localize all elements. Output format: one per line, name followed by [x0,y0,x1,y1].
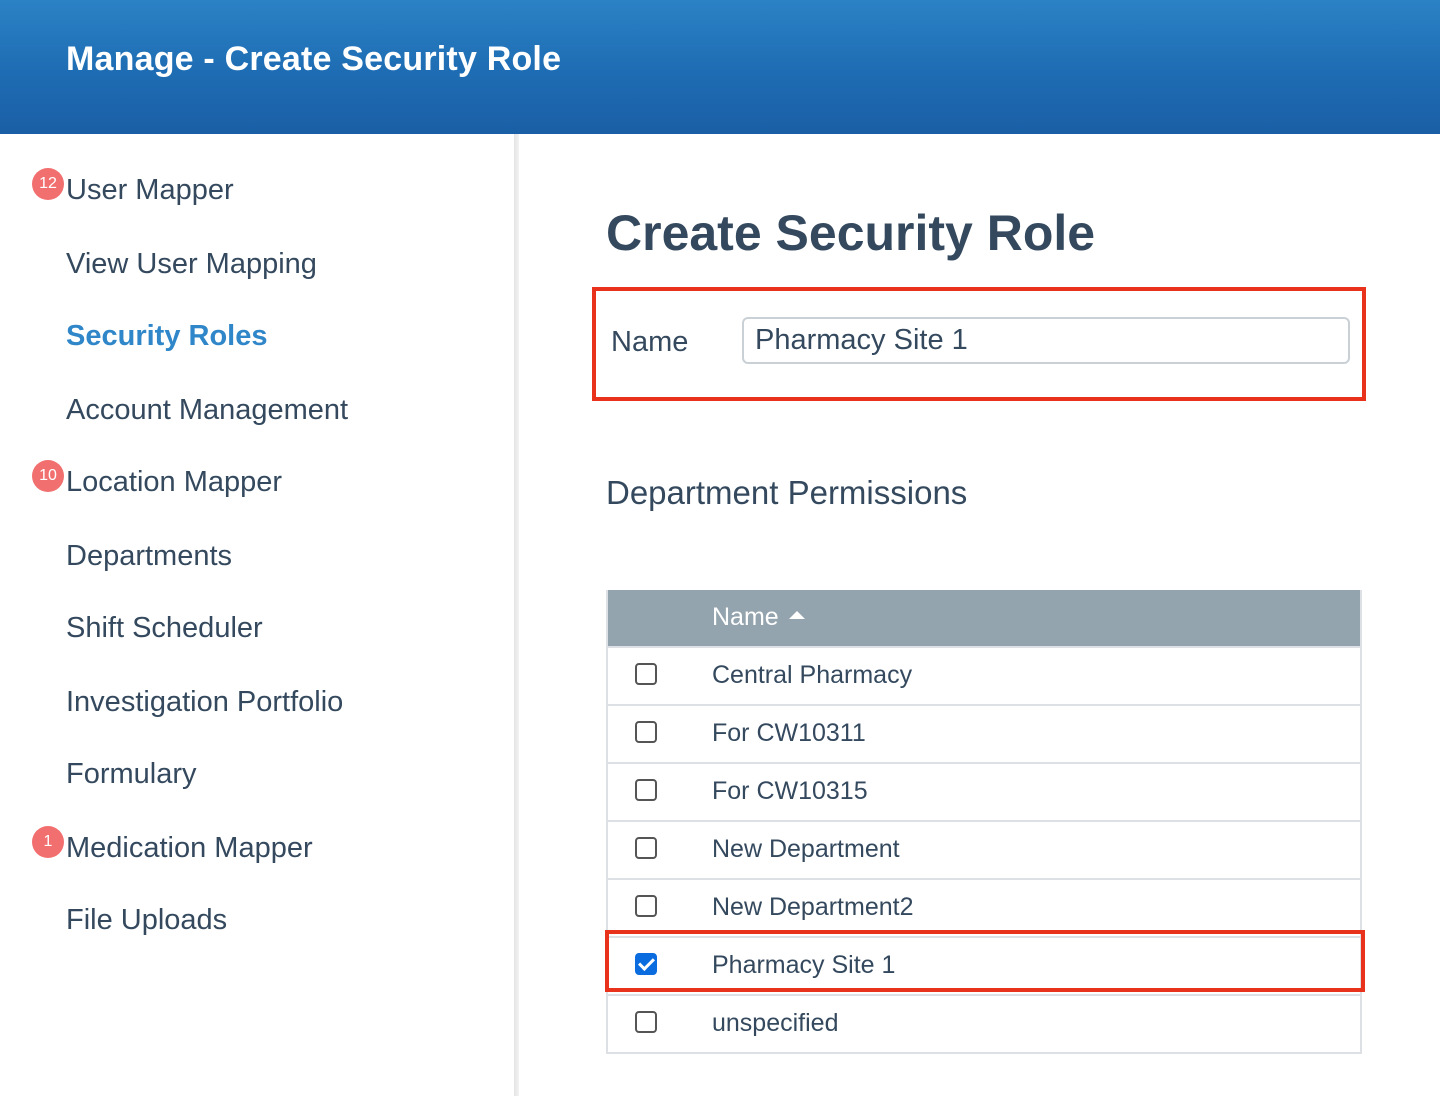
sidebar-nav: 12 User Mapper View User Mapping Securit… [0,134,514,1096]
department-name: Central Pharmacy [712,661,913,689]
department-checkbox[interactable] [635,779,657,801]
sidebar-item-formulary[interactable]: Formulary [66,758,197,798]
app-header: Manage - Create Security Role [0,0,1440,134]
department-name: unspecified [712,1009,839,1037]
section-title-department-permissions: Department Permissions [606,474,968,511]
sidebar-item-label: Shift Scheduler [66,612,263,644]
sidebar-item-label: File Uploads [66,904,228,936]
table-row: For CW10315 [608,762,1360,820]
department-checkbox[interactable] [635,837,657,859]
department-checkbox[interactable] [635,895,657,917]
sidebar-item-label: User Mapper [66,174,234,206]
sidebar-item-label: Security Roles [66,320,268,352]
header-title: Manage - Create Security Role [66,40,562,78]
department-name: New Department [712,835,900,863]
sidebar-item-label: Account Management [66,394,349,426]
department-name: For CW10311 [712,719,866,747]
sidebar-item-security-roles[interactable]: Security Roles [66,320,267,360]
column-header-name[interactable]: Name [712,603,805,632]
sidebar-item-medication-mapper[interactable]: 1 Medication Mapper [32,826,313,872]
sidebar-item-location-mapper[interactable]: 10 Location Mapper [32,460,283,506]
sidebar-item-label: Departments [66,540,233,572]
sidebar-item-view-user-mapping[interactable]: View User Mapping [66,248,317,288]
department-name: New Department2 [712,893,914,921]
table-header: Name [608,590,1360,646]
notification-badge: 12 [32,168,64,200]
sidebar-item-label: Location Mapper [66,466,283,498]
sidebar-item-file-uploads[interactable]: File Uploads [66,904,227,944]
role-name-input[interactable] [742,317,1350,364]
department-name: For CW10315 [712,777,868,805]
sidebar-item-account-management[interactable]: Account Management [66,394,348,434]
sidebar-item-label: Formulary [66,758,197,790]
table-row: Central Pharmacy [608,646,1360,704]
sidebar-item-departments[interactable]: Departments [66,540,232,580]
column-header-label: Name [712,603,779,631]
sidebar-item-shift-scheduler[interactable]: Shift Scheduler [66,612,263,652]
department-checkbox[interactable] [635,721,657,743]
main-content: Create Security Role Name Department Per… [519,134,1440,1096]
notification-badge: 1 [32,826,64,858]
sidebar-item-user-mapper[interactable]: 12 User Mapper [32,168,234,214]
sidebar-item-label: View User Mapping [66,248,317,280]
sidebar-item-label: Medication Mapper [66,832,313,864]
department-checkbox[interactable] [635,663,657,685]
department-checkbox[interactable] [635,1011,657,1033]
sort-ascending-icon [788,611,805,620]
sidebar-item-investigation-portfolio[interactable]: Investigation Portfolio [66,686,343,726]
table-row: New Department [608,820,1360,878]
name-label: Name [611,326,689,358]
table-row: New Department2 [608,878,1360,936]
sidebar-item-label: Investigation Portfolio [66,686,344,718]
notification-badge: 10 [32,460,64,492]
table-row: unspecified [608,994,1360,1052]
selected-row-highlight [605,930,1365,992]
table-row: For CW10311 [608,704,1360,762]
page-title: Create Security Role [606,205,1096,261]
